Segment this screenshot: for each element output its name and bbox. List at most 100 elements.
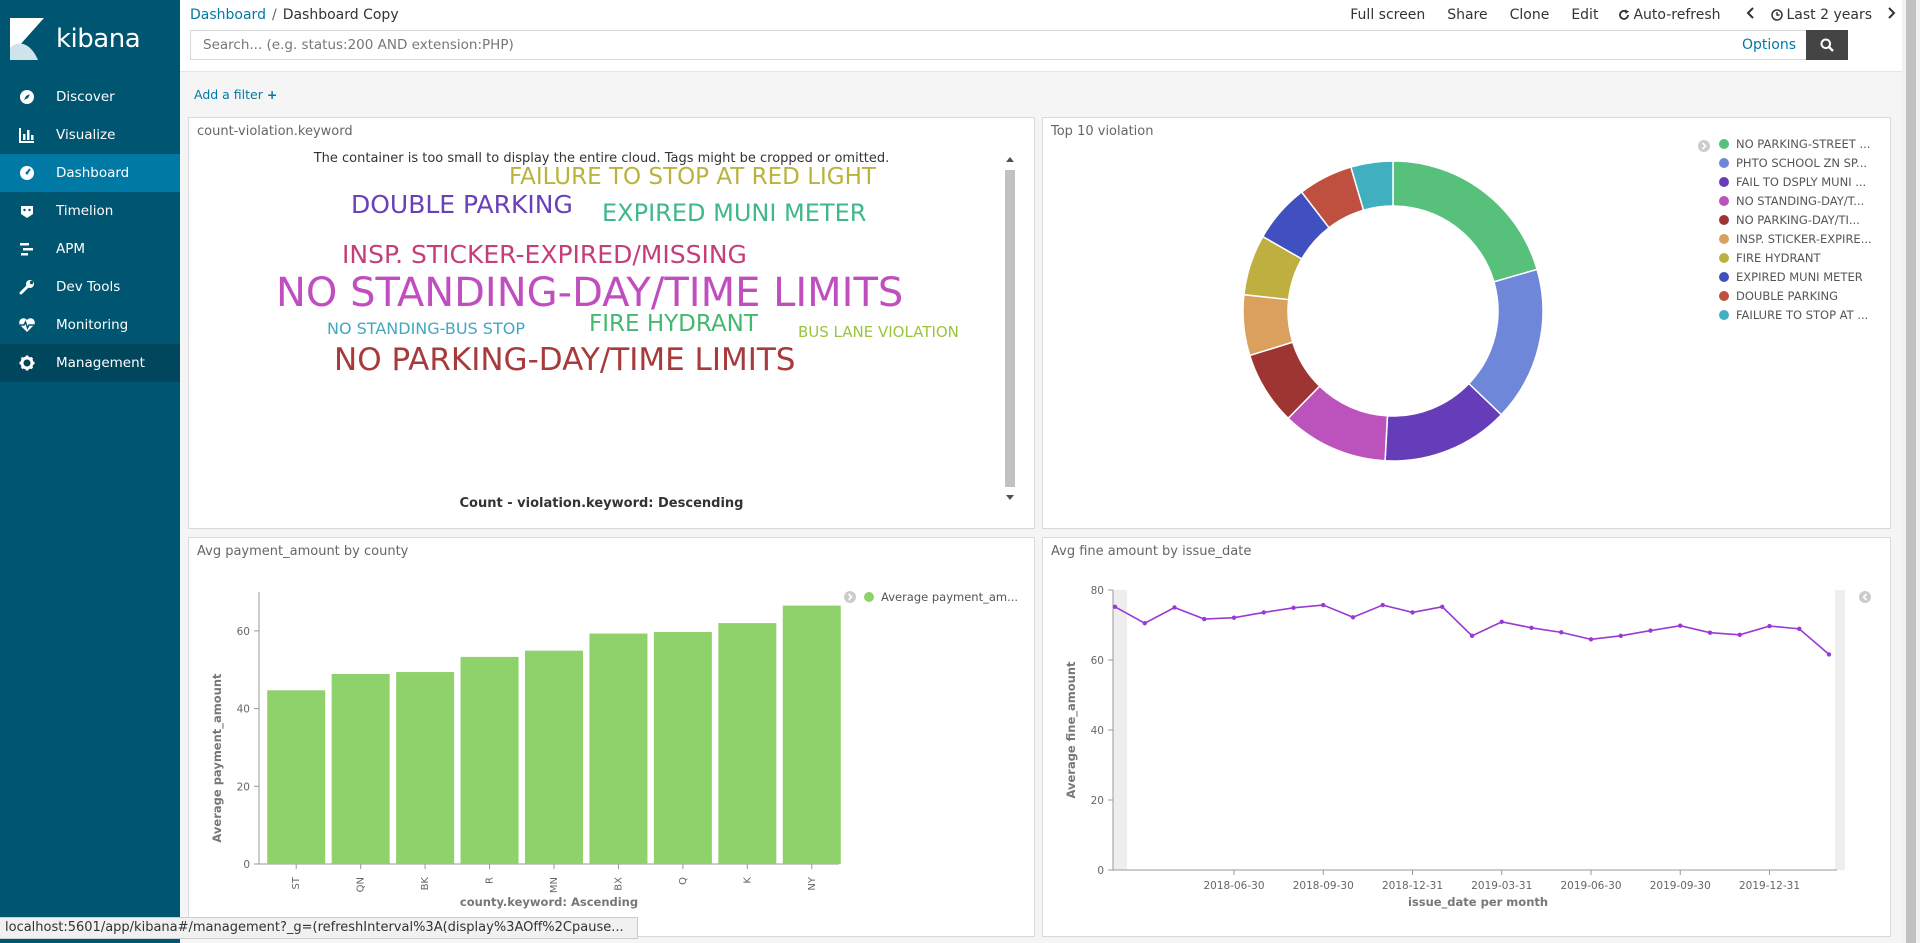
legend-item[interactable]: PHTO SCHOOL ZN SP... [1719,153,1872,172]
sidebar-item-dev-tools[interactable]: Dev Tools [0,268,180,306]
cloud-scrollbar[interactable] [1002,152,1018,505]
share-button[interactable]: Share [1447,7,1487,23]
sidebar-item-monitoring[interactable]: Monitoring [0,306,180,344]
data-point[interactable] [1410,610,1415,615]
search-button[interactable] [1806,30,1848,60]
data-point[interactable] [1291,605,1296,611]
data-point[interactable] [1529,625,1534,630]
data-point[interactable] [1707,630,1713,635]
panel-title[interactable]: Top 10 violation [1051,124,1153,139]
page-scrollbar-thumb[interactable] [1906,0,1916,943]
legend-item[interactable]: Average payment_am... [864,587,1018,606]
data-point[interactable] [1142,621,1147,626]
data-point[interactable] [1172,605,1177,610]
cloud-word[interactable]: NO STANDING-BUS STOP [327,319,525,338]
cloud-word[interactable]: INSP. STICKER-EXPIRED/MISSING [342,240,747,269]
legend-item[interactable]: NO PARKING-DAY/TI... [1719,210,1872,229]
page-scrollbar[interactable] [1902,0,1920,943]
sidebar-item-management[interactable]: Management [0,344,180,382]
cloud-word[interactable]: NO STANDING-DAY/TIME LIMITS [276,270,903,316]
data-point[interactable] [1737,632,1742,637]
data-point[interactable] [1826,652,1832,657]
data-point[interactable] [1350,615,1356,620]
legend-item[interactable]: NO STANDING-DAY/T... [1719,191,1872,210]
bar[interactable] [653,632,712,864]
data-point[interactable] [1261,610,1266,615]
data-point[interactable] [1797,626,1802,632]
bar[interactable] [331,673,390,864]
plus-icon: + [266,86,278,102]
bar[interactable] [396,672,455,864]
legend-item[interactable]: FIRE HYDRANT [1719,248,1872,267]
full-screen-button[interactable]: Full screen [1350,7,1425,23]
sidebar-item-discover[interactable]: Discover [0,78,180,116]
data-point[interactable] [1588,637,1594,642]
legend-dot [1719,157,1729,168]
data-point[interactable] [1469,633,1475,639]
legend-item[interactable]: EXPIRED MUNI METER [1719,267,1872,286]
options-link[interactable]: Options [1742,37,1796,53]
kibana-logo[interactable]: kibana [0,0,180,78]
legend-item[interactable]: FAIL TO DSPLY MUNI ... [1719,172,1872,191]
data-point[interactable] [1499,619,1504,625]
scroll-down-icon[interactable] [1002,491,1018,505]
data-point[interactable] [1380,602,1385,608]
data-point[interactable] [1559,630,1564,635]
breadcrumb-dashboard-link[interactable]: Dashboard [190,7,266,23]
auto-refresh-button[interactable]: Auto-refresh [1618,7,1721,23]
data-point[interactable] [1648,628,1653,633]
add-filter-button[interactable]: Add a filter + [194,87,277,102]
sidebar-item-visualize[interactable]: Visualize [0,116,180,154]
sidebar-item-timelion[interactable]: Timelion [0,192,180,230]
panel-title[interactable]: count-violation.keyword [197,124,353,139]
sidebar-item-apm[interactable]: APM [0,230,180,268]
bar[interactable] [525,650,583,864]
cloud-word[interactable]: NO PARKING-DAY/TIME LIMITS [334,342,795,378]
data-point[interactable] [1202,616,1207,622]
legend-toggle-icon[interactable] [1697,139,1711,153]
x-tick-label: 2018-12-31 [1382,880,1443,892]
x-axis-label: county.keyword: Ascending [460,895,638,909]
cloud-word[interactable]: FAILURE TO STOP AT RED LIGHT [509,164,876,190]
legend-item[interactable]: INSP. STICKER-EXPIRE... [1719,229,1872,248]
scrollbar-thumb[interactable] [1005,170,1015,487]
edit-button[interactable]: Edit [1571,7,1598,23]
scroll-up-icon[interactable] [1002,152,1018,166]
cloud-word[interactable]: FIRE HYDRANT [589,311,758,337]
sidebar-item-label: Dev Tools [56,279,121,295]
legend-toggle-icon[interactable] [843,590,857,604]
pie-slice[interactable] [1467,268,1544,416]
y-axis-label: Average payment_amount [210,673,225,843]
legend-item[interactable]: DOUBLE PARKING [1719,286,1872,305]
y-axis-label: Average fine_amount [1064,661,1079,799]
search-input[interactable] [191,31,1742,59]
x-tick-label: 2019-03-31 [1471,880,1532,892]
legend-item[interactable]: FAILURE TO STOP AT ... [1719,305,1872,324]
x-tick-label: 2018-09-30 [1293,880,1354,892]
data-point[interactable] [1112,604,1118,609]
bar[interactable] [782,605,841,864]
time-next-button[interactable] [1887,7,1896,23]
bar[interactable] [589,633,648,864]
cloud-word[interactable]: EXPIRED MUNI METER [602,199,866,227]
bar-legend: Average payment_am... [864,587,1018,606]
data-point[interactable] [1678,623,1683,628]
bar[interactable] [718,623,777,864]
time-prev-button[interactable] [1746,7,1755,23]
bar[interactable] [267,690,326,864]
cloud-word[interactable]: DOUBLE PARKING [351,190,573,219]
legend-item[interactable]: NO PARKING-STREET ... [1719,134,1872,153]
clock-icon [1770,9,1783,21]
data-point[interactable] [1321,602,1326,608]
clone-button[interactable]: Clone [1510,7,1550,23]
bar[interactable] [460,656,519,864]
pie-slice[interactable] [1392,160,1539,283]
data-point[interactable] [1231,615,1237,620]
time-picker-button[interactable]: Last 2 years [1770,7,1872,23]
data-point[interactable] [1767,623,1772,629]
cloud-word[interactable]: BUS LANE VIOLATION [798,323,959,341]
data-point[interactable] [1440,604,1445,609]
legend-toggle-icon[interactable] [1858,590,1872,604]
data-point[interactable] [1618,633,1623,639]
sidebar-item-dashboard[interactable]: Dashboard [0,154,180,192]
